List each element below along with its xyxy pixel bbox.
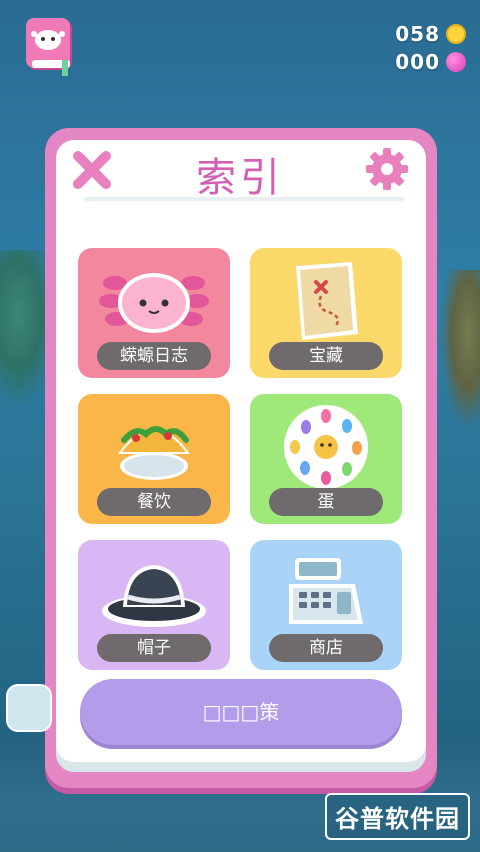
tile-hats[interactable]: 帽子 [78,540,230,670]
coin-counter: 058 [395,22,466,46]
coin-count: 058 [395,22,440,46]
tile-label: 蝾螈日志 [97,342,211,370]
coin-icon [446,24,466,44]
gem-count: 000 [395,50,440,74]
settings-button[interactable] [364,146,410,192]
tile-food[interactable]: 餐饮 [78,394,230,524]
fedora-hat-icon [102,565,206,627]
tile-treasure[interactable]: 宝藏 [250,248,402,378]
taco-icon [118,426,190,480]
axolotl-icon [99,273,209,333]
gem-icon [446,52,466,72]
strategy-button[interactable]: □□□策 [80,679,402,745]
treasure-map-icon [296,262,358,340]
tile-label: 宝藏 [269,342,383,370]
tile-label: 商店 [269,634,383,662]
tile-eggs[interactable]: 蛋 [250,394,402,524]
tile-shop[interactable]: 商店 [250,540,402,670]
tile-label: 蛋 [269,488,383,516]
tile-axolotl-log[interactable]: 蝾螈日志 [78,248,230,378]
axolotl-book-icon [26,18,72,76]
side-thumbnail-button[interactable] [6,684,52,732]
journal-book-button[interactable] [24,16,78,78]
gem-counter: 000 [395,50,466,74]
cash-register-icon [289,558,363,624]
watermark: 谷普软件园 [325,793,470,840]
seaweed-right [440,270,480,430]
tile-label: 帽子 [97,634,211,662]
tile-label: 餐饮 [97,488,211,516]
gear-icon [366,148,408,190]
egg-icon [284,405,368,489]
title-divider [84,197,404,201]
